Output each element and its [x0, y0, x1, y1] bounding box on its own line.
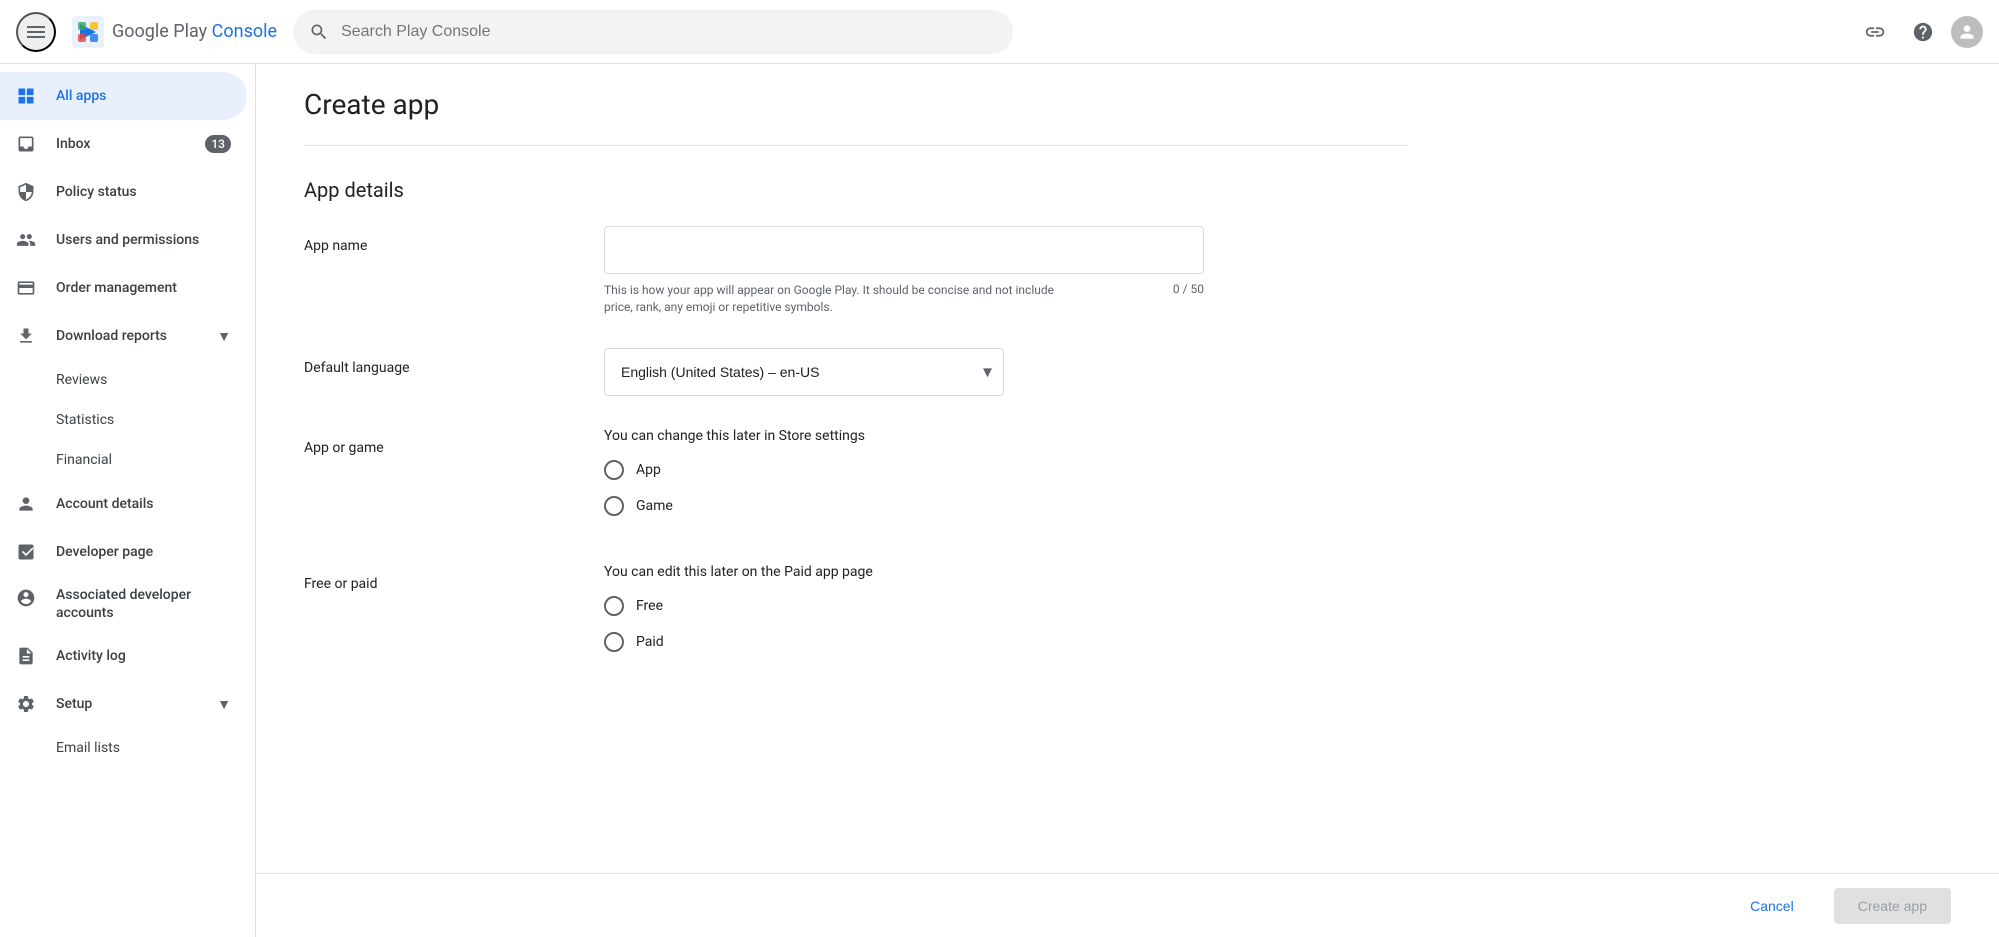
sidebar-item-activity-log[interactable]: Activity log	[0, 632, 247, 680]
inbox-icon	[16, 134, 40, 154]
app-name-char-count: 0 / 50	[1173, 282, 1204, 316]
sidebar-item-reviews[interactable]: Reviews	[0, 360, 255, 400]
sidebar: All apps Inbox 13 Policy status	[0, 64, 256, 937]
cancel-button[interactable]: Cancel	[1726, 888, 1818, 924]
inbox-badge: 13	[205, 135, 231, 153]
section-title: App details	[304, 178, 1408, 202]
radio-paid[interactable]	[604, 632, 624, 652]
sidebar-label-associated: Associated developer accounts	[56, 586, 231, 622]
sidebar-item-email-lists[interactable]: Email lists	[0, 728, 255, 768]
form-label-app-name: App name	[304, 226, 564, 254]
form-field-language: English (United States) – en-US French (…	[604, 348, 1204, 396]
link-button[interactable]	[1855, 12, 1895, 52]
sidebar-item-users-permissions[interactable]: Users and permissions	[0, 216, 247, 264]
sidebar-label-all-apps: All apps	[56, 88, 106, 104]
form-row-free-or-paid: Free or paid You can edit this later on …	[304, 564, 1408, 668]
sidebar-item-order-management[interactable]: Order management	[0, 264, 247, 312]
radio-app[interactable]	[604, 460, 624, 480]
main-content: Create app App details App name This is …	[256, 64, 1999, 873]
circle-person-icon	[16, 588, 40, 608]
logo-link[interactable]: Google Play Console	[72, 16, 277, 48]
language-select-wrapper: English (United States) – en-US French (…	[604, 348, 1004, 396]
sidebar-item-all-apps[interactable]: All apps	[0, 72, 247, 120]
sidebar-label-inbox: Inbox	[56, 136, 90, 152]
sidebar-label-reviews: Reviews	[56, 372, 107, 388]
topbar-actions	[1855, 12, 1983, 52]
sidebar-label-setup: Setup	[56, 696, 92, 712]
expand-icon-setup: ▼	[217, 696, 231, 713]
create-app-button[interactable]: Create app	[1834, 888, 1951, 924]
app-or-game-helper-text: You can change this later in Store setti…	[604, 428, 1204, 444]
menu-button[interactable]	[16, 12, 56, 52]
form-row-app-or-game: App or game You can change this later in…	[304, 428, 1408, 532]
form-label-app-or-game: App or game	[304, 428, 564, 456]
logo-text: Google Play Console	[112, 21, 277, 42]
radio-option-app[interactable]: App	[604, 460, 1204, 480]
radio-label-app: App	[636, 462, 661, 478]
sidebar-item-setup[interactable]: Setup ▼	[0, 680, 247, 728]
form-label-free-or-paid: Free or paid	[304, 564, 564, 592]
sidebar-item-financial[interactable]: Financial	[0, 440, 255, 480]
form-row-app-name: App name This is how your app will appea…	[304, 226, 1408, 316]
sidebar-label-financial: Financial	[56, 452, 112, 468]
form-field-app-name: This is how your app will appear on Goog…	[604, 226, 1204, 316]
grid-icon	[16, 86, 40, 106]
developer-icon	[16, 542, 40, 562]
radio-label-free: Free	[636, 598, 663, 614]
sidebar-item-statistics[interactable]: Statistics	[0, 400, 255, 440]
sidebar-item-inbox[interactable]: Inbox 13	[0, 120, 247, 168]
radio-label-paid: Paid	[636, 634, 664, 650]
topbar: Google Play Console	[0, 0, 1999, 64]
expand-icon-download: ▼	[217, 328, 231, 345]
language-select[interactable]: English (United States) – en-US French (…	[604, 348, 1004, 396]
app-name-helper-text: This is how your app will appear on Goog…	[604, 282, 1084, 316]
person-icon	[16, 494, 40, 514]
console-text: Console	[212, 21, 277, 42]
radio-game[interactable]	[604, 496, 624, 516]
radio-option-game[interactable]: Game	[604, 496, 1204, 516]
sidebar-label-statistics: Statistics	[56, 412, 114, 428]
shield-icon	[16, 182, 40, 202]
doc-icon	[16, 646, 40, 666]
search-bar	[293, 10, 1013, 54]
logo-icon	[72, 16, 104, 48]
sidebar-label-account: Account details	[56, 496, 154, 512]
radio-option-paid[interactable]: Paid	[604, 632, 1204, 652]
sidebar-label-activity: Activity log	[56, 648, 126, 664]
page-title: Create app	[304, 88, 1408, 121]
radio-free[interactable]	[604, 596, 624, 616]
form-label-language: Default language	[304, 348, 564, 376]
sidebar-item-policy-status[interactable]: Policy status	[0, 168, 247, 216]
sidebar-item-developer-page[interactable]: Developer page	[0, 528, 247, 576]
form-row-language: Default language English (United States)…	[304, 348, 1408, 396]
sidebar-label-users: Users and permissions	[56, 232, 199, 248]
help-button[interactable]	[1903, 12, 1943, 52]
sidebar-label-download: Download reports	[56, 328, 167, 344]
avatar[interactable]	[1951, 16, 1983, 48]
radio-option-free[interactable]: Free	[604, 596, 1204, 616]
layout: All apps Inbox 13 Policy status	[0, 64, 1999, 937]
search-input[interactable]	[341, 23, 997, 41]
sidebar-label-order: Order management	[56, 280, 177, 296]
sidebar-label-developer: Developer page	[56, 544, 153, 560]
search-icon	[309, 22, 329, 42]
gear-icon	[16, 694, 40, 714]
download-icon	[16, 326, 40, 346]
sidebar-label-email-lists: Email lists	[56, 740, 120, 756]
sidebar-label-policy: Policy status	[56, 184, 137, 200]
sidebar-item-download-reports[interactable]: Download reports ▼	[0, 312, 247, 360]
free-or-paid-helper-text: You can edit this later on the Paid app …	[604, 564, 1204, 580]
app-name-input[interactable]	[604, 226, 1204, 274]
credit-card-icon	[16, 278, 40, 298]
app-name-helper: This is how your app will appear on Goog…	[604, 282, 1204, 316]
radio-label-game: Game	[636, 498, 673, 514]
footer: Cancel Create app	[256, 873, 1999, 937]
divider	[304, 145, 1408, 146]
form-field-app-or-game: You can change this later in Store setti…	[604, 428, 1204, 532]
form-field-free-or-paid: You can edit this later on the Paid app …	[604, 564, 1204, 668]
people-icon	[16, 230, 40, 250]
sidebar-item-account-details[interactable]: Account details	[0, 480, 247, 528]
sidebar-item-associated-developer[interactable]: Associated developer accounts	[0, 576, 247, 632]
